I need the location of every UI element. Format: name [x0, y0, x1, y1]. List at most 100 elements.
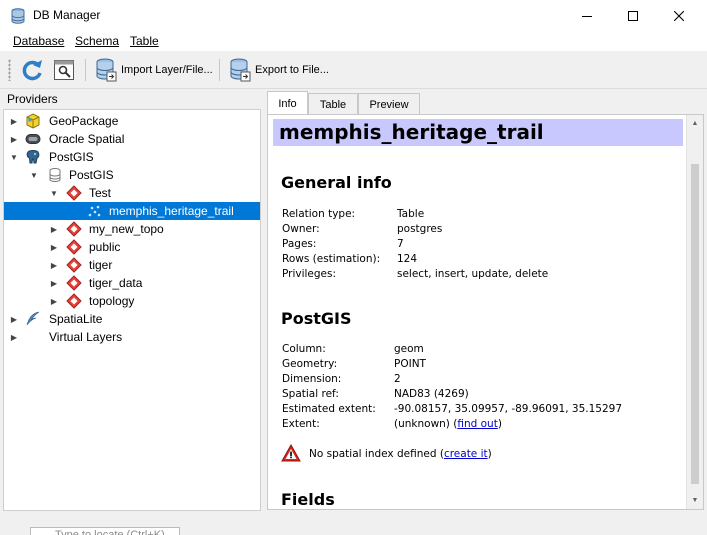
tree-item-label: PostGIS — [49, 150, 94, 164]
scroll-down-icon[interactable]: ▼ — [687, 492, 703, 509]
spatial-ref-label: Spatial ref: — [282, 388, 339, 400]
expand-arrow-icon[interactable]: ▶ — [9, 112, 19, 130]
menu-database[interactable]: Database — [13, 34, 64, 48]
database-export-icon — [230, 58, 251, 82]
estimated-extent-value: -90.08157, 35.09957, -89.96091, 35.15297 — [394, 403, 623, 415]
tree-item-virtual-layers[interactable]: ▶ Virtual Layers — [4, 328, 260, 346]
scroll-up-icon[interactable]: ▲ — [687, 115, 703, 132]
menu-schema[interactable]: Schema — [75, 34, 119, 48]
schema-icon — [66, 275, 82, 291]
toolbar: Import Layer/File... Export to File... — [0, 51, 707, 89]
menu-table[interactable]: Table — [130, 34, 159, 48]
extent-value: (unknown) (find out) — [394, 418, 502, 430]
status-bar: Type to locate (Ctrl+K) — [0, 513, 707, 535]
import-layer-button[interactable]: Import Layer/File... — [95, 57, 213, 83]
relation-type-value: Table — [397, 208, 425, 220]
spatialite-feather-icon — [26, 311, 40, 326]
collapse-arrow-icon[interactable]: ▼ — [29, 166, 39, 184]
tree-item-schema-my-new-topo[interactable]: ▶ my_new_topo — [4, 220, 260, 238]
expand-arrow-icon[interactable]: ▶ — [49, 256, 59, 274]
spatial-index-warning: No spatial index defined (create it) — [309, 448, 492, 460]
tree-item-schema-tiger-data[interactable]: ▶ tiger_data — [4, 274, 260, 292]
window-title: DB Manager — [33, 8, 101, 22]
expand-arrow-icon[interactable]: ▶ — [49, 238, 59, 256]
collapse-arrow-icon[interactable]: ▼ — [49, 184, 59, 202]
tree-item-schema-tiger[interactable]: ▶ tiger — [4, 256, 260, 274]
expand-arrow-icon[interactable]: ▶ — [49, 292, 59, 310]
tree-item-label: my_new_topo — [89, 222, 164, 236]
owner-value: postgres — [397, 223, 443, 235]
create-index-link[interactable]: create it — [444, 448, 488, 460]
schema-icon — [66, 257, 82, 273]
import-layer-label: Import Layer/File... — [121, 64, 213, 76]
expand-arrow-icon[interactable]: ▶ — [49, 220, 59, 238]
fields-heading: Fields — [281, 490, 335, 509]
spatial-ref-value: NAD83 (4269) — [394, 388, 469, 400]
menu-bar: Database Schema Table — [0, 31, 707, 51]
info-content: memphis_heritage_trail General info Rela… — [267, 114, 704, 510]
expand-arrow-icon[interactable]: ▶ — [9, 310, 19, 328]
find-out-link[interactable]: find out — [457, 418, 497, 430]
locator-search-input[interactable]: Type to locate (Ctrl+K) — [30, 527, 180, 535]
geopackage-icon — [26, 113, 40, 129]
tree-item-schema-topology[interactable]: ▶ topology — [4, 292, 260, 310]
tab-preview[interactable]: Preview — [358, 93, 420, 115]
collapse-arrow-icon[interactable]: ▼ — [9, 148, 19, 166]
privileges-label: Privileges: — [282, 268, 337, 280]
geometry-value: POINT — [394, 358, 426, 370]
tab-info[interactable]: Info — [267, 91, 308, 116]
schema-icon — [66, 293, 82, 309]
warning-close-paren: ) — [487, 448, 492, 460]
refresh-icon — [22, 60, 42, 81]
export-file-label: Export to File... — [255, 64, 329, 76]
tab-table[interactable]: Table — [308, 93, 358, 115]
dimension-value: 2 — [394, 373, 401, 385]
minimize-icon — [582, 15, 592, 17]
extent-label: Extent: — [282, 418, 320, 430]
extent-value-text: (unknown) ( — [394, 418, 458, 430]
title-bar: DB Manager — [0, 0, 707, 31]
maximize-button[interactable] — [610, 0, 656, 31]
sql-window-button[interactable] — [53, 57, 75, 83]
postgresql-elephant-icon — [26, 150, 40, 164]
export-file-button[interactable]: Export to File... — [229, 57, 329, 83]
refresh-button[interactable] — [20, 57, 44, 83]
warning-text: No spatial index defined ( — [309, 448, 444, 460]
sql-window-icon — [54, 60, 74, 80]
schema-icon — [66, 239, 82, 255]
info-vertical-scrollbar[interactable]: ▲ ▼ — [686, 115, 703, 509]
database-import-icon — [96, 58, 117, 82]
schema-icon — [66, 185, 82, 201]
tree-item-label: Test — [89, 186, 112, 200]
tree-item-postgis-connection[interactable]: ▼ PostGIS — [4, 166, 260, 184]
tree-item-label: memphis_heritage_trail — [109, 204, 234, 218]
database-connection-icon — [49, 168, 61, 183]
tree-item-label: Virtual Layers — [49, 330, 123, 344]
tree-item-memphis-heritage-trail[interactable]: memphis_heritage_trail — [4, 202, 260, 220]
minimize-button[interactable] — [564, 0, 610, 31]
details-panel: Info Table Preview memphis_heritage_trai… — [266, 89, 707, 513]
expand-arrow-icon[interactable]: ▶ — [9, 328, 19, 346]
tree-item-oracle-spatial[interactable]: ▶ Oracle Spatial — [4, 130, 260, 148]
column-value: geom — [394, 343, 424, 355]
postgis-heading: PostGIS — [281, 309, 352, 328]
expand-arrow-icon[interactable]: ▶ — [9, 130, 19, 148]
expand-arrow-icon[interactable]: ▶ — [49, 274, 59, 292]
table-name-heading: memphis_heritage_trail — [273, 119, 683, 146]
tree-item-geopackage[interactable]: ▶ GeoPackage — [4, 112, 260, 130]
privileges-value: select, insert, update, delete — [397, 268, 549, 280]
tree-item-label: public — [89, 240, 121, 254]
tree-item-label: Oracle Spatial — [49, 132, 125, 146]
tree-item-label: tiger — [89, 258, 113, 272]
tree-item-schema-test[interactable]: ▼ Test — [4, 184, 260, 202]
close-button[interactable] — [656, 0, 702, 31]
tree-item-spatialite[interactable]: ▶ SpatiaLite — [4, 310, 260, 328]
estimated-extent-label: Estimated extent: — [282, 403, 376, 415]
extent-close-paren: ) — [497, 418, 502, 430]
tree-item-label: topology — [89, 294, 135, 308]
toolbar-grip[interactable] — [8, 59, 11, 81]
tree-item-postgis[interactable]: ▼ PostGIS — [4, 148, 260, 166]
tree-item-label: PostGIS — [69, 168, 114, 182]
scrollbar-thumb[interactable] — [691, 164, 699, 484]
tree-item-schema-public[interactable]: ▶ public — [4, 238, 260, 256]
